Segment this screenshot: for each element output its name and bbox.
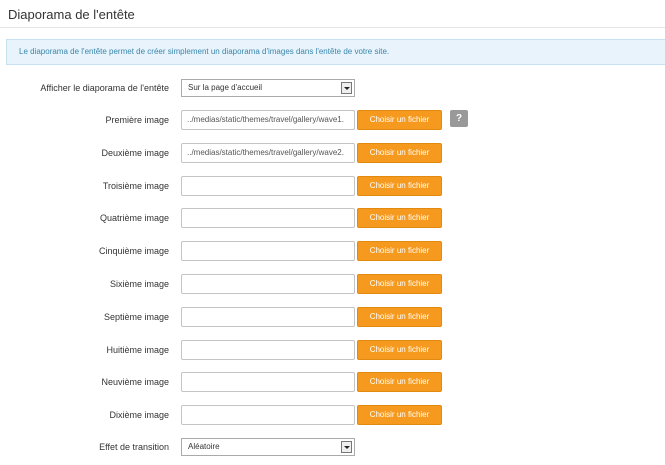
image-3-choose-file-button[interactable]: Choisir un fichier [357, 176, 442, 196]
image-row-4: Quatrième image Choisir un fichier [0, 207, 665, 229]
title-divider [0, 27, 665, 28]
show-slideshow-value: Sur la page d'accueil [188, 83, 263, 92]
image-2-label: Deuxième image [101, 148, 169, 158]
image-3-label: Troisième image [102, 181, 169, 191]
image-1-label: Première image [105, 115, 169, 125]
image-row-3: Troisième image Choisir un fichier [0, 175, 665, 197]
image-8-label: Huitième image [106, 345, 169, 355]
image-1-input[interactable]: ../medias/static/themes/travel/gallery/w… [181, 110, 355, 130]
show-slideshow-label: Afficher le diaporama de l'entête [40, 83, 169, 93]
image-5-label: Cinquième image [98, 246, 169, 256]
image-row-1: Première image ../medias/static/themes/t… [0, 109, 665, 131]
image-row-5: Cinquième image Choisir un fichier [0, 240, 665, 262]
image-2-input[interactable]: ../medias/static/themes/travel/gallery/w… [181, 143, 355, 163]
show-slideshow-row: Afficher le diaporama de l'entête Sur la… [0, 77, 665, 99]
image-10-choose-file-button[interactable]: Choisir un fichier [357, 405, 442, 425]
image-2-choose-file-button[interactable]: Choisir un fichier [357, 143, 442, 163]
help-icon[interactable]: ? [450, 110, 468, 127]
image-row-7: Septième image Choisir un fichier [0, 306, 665, 328]
image-4-label: Quatrième image [99, 213, 169, 223]
image-1-choose-file-button[interactable]: Choisir un fichier [357, 110, 442, 130]
image-7-label: Septième image [103, 312, 169, 322]
image-row-2: Deuxième image ../medias/static/themes/t… [0, 142, 665, 164]
transition-select[interactable]: Aléatoire [181, 438, 355, 456]
image-row-6: Sixième image Choisir un fichier [0, 273, 665, 295]
image-7-choose-file-button[interactable]: Choisir un fichier [357, 307, 442, 327]
image-row-9: Neuvième image Choisir un fichier [0, 371, 665, 393]
image-3-input[interactable] [181, 176, 355, 196]
chevron-down-icon[interactable] [341, 82, 352, 94]
page-title: Diaporama de l'entête [8, 7, 135, 22]
image-4-choose-file-button[interactable]: Choisir un fichier [357, 208, 442, 228]
transition-row: Effet de transition Aléatoire [0, 436, 665, 458]
image-8-input[interactable] [181, 340, 355, 360]
chevron-down-icon[interactable] [341, 441, 352, 453]
image-row-8: Huitième image Choisir un fichier [0, 339, 665, 361]
image-6-input[interactable] [181, 274, 355, 294]
image-9-input[interactable] [181, 372, 355, 392]
transition-value: Aléatoire [188, 442, 220, 451]
image-9-label: Neuvième image [101, 377, 169, 387]
image-7-input[interactable] [181, 307, 355, 327]
image-10-input[interactable] [181, 405, 355, 425]
info-box: Le diaporama de l'entête permet de créer… [6, 39, 665, 65]
image-8-choose-file-button[interactable]: Choisir un fichier [357, 340, 442, 360]
image-row-10: Dixième image Choisir un fichier [0, 404, 665, 426]
image-5-choose-file-button[interactable]: Choisir un fichier [357, 241, 442, 261]
image-4-input[interactable] [181, 208, 355, 228]
image-5-input[interactable] [181, 241, 355, 261]
image-6-label: Sixième image [109, 279, 169, 289]
image-6-choose-file-button[interactable]: Choisir un fichier [357, 274, 442, 294]
image-10-label: Dixième image [109, 410, 169, 420]
show-slideshow-select[interactable]: Sur la page d'accueil [181, 79, 355, 97]
image-9-choose-file-button[interactable]: Choisir un fichier [357, 372, 442, 392]
transition-label: Effet de transition [99, 442, 169, 452]
